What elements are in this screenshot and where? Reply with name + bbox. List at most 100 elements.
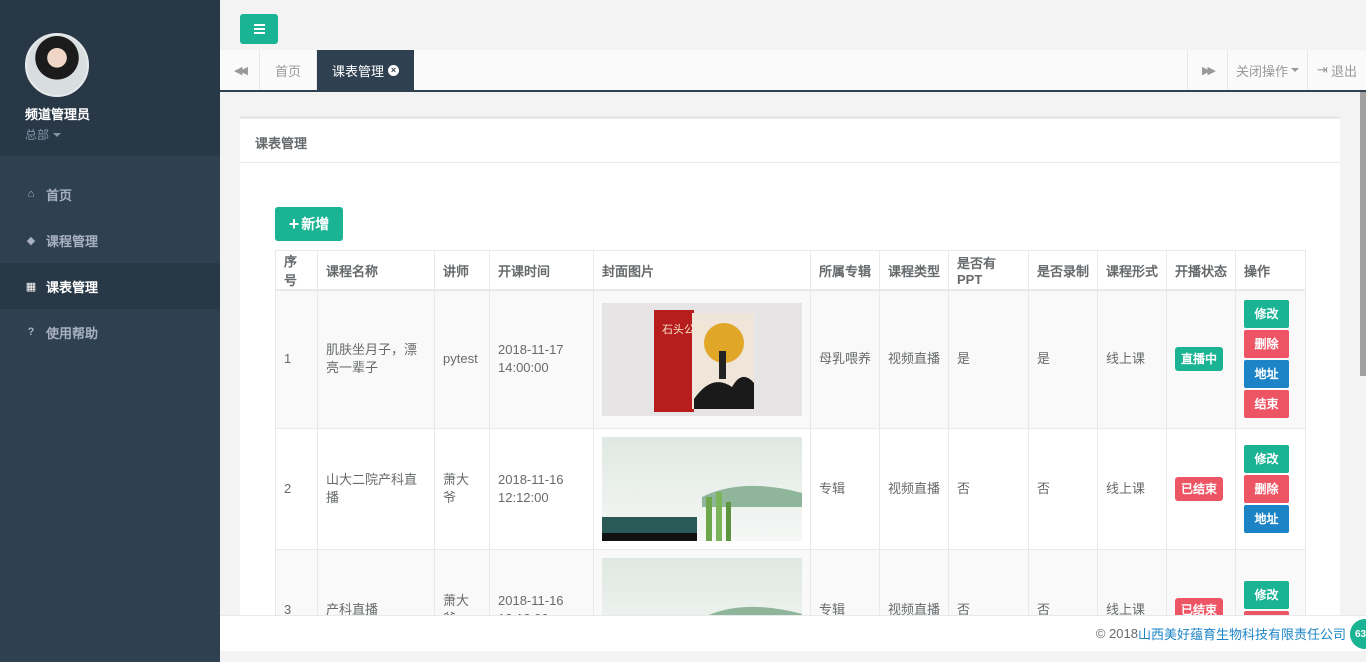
schedule-table: 序号 课程名称 讲师 开课时间 封面图片 所属专辑 课程类型 是否有PPT 是否…: [275, 250, 1306, 615]
delete-button[interactable]: 删除: [1244, 330, 1289, 359]
tab-schedule[interactable]: 课表管理 ×: [317, 50, 415, 90]
add-label: 新增: [301, 216, 330, 232]
cell-time: 2018-11-17 14:00:00: [489, 289, 594, 429]
cell-time: 2018-11-16 12:12:00: [489, 427, 594, 550]
cell-cover: [593, 427, 811, 550]
close-ops-label: 关闭操作: [1235, 63, 1288, 79]
cell-form: 线上课: [1097, 548, 1167, 615]
user-profile: 频道管理员 总部: [0, 0, 220, 156]
add-button[interactable]: + 新增: [275, 207, 343, 241]
cell-status: 已结束: [1166, 548, 1236, 615]
col-header[interactable]: 课程名称: [317, 250, 435, 291]
col-header[interactable]: 操作: [1235, 250, 1306, 291]
cell-album: 专辑: [810, 427, 880, 550]
cell-teacher: 萧大爷: [434, 427, 490, 550]
cell-no: 2: [275, 427, 318, 550]
cell-cover: 石头公主: [593, 289, 811, 429]
cell-type: 视频直播: [879, 427, 949, 550]
scroll-left-icon[interactable]: ◀◀: [220, 50, 260, 90]
tag-icon: ◆: [26, 234, 36, 247]
col-header[interactable]: 开播状态: [1166, 250, 1236, 291]
table-row: 1 肌肤坐月子，漂亮一辈子 pytest 2018-11-17 14:00:00…: [275, 289, 1306, 429]
col-header[interactable]: 序号: [275, 250, 318, 291]
logout-button[interactable]: ⇥ 退出: [1307, 50, 1366, 90]
tabs-row: ◀◀ 首页 课表管理 × ▶▶ 关闭操作 ⇥ 退出: [220, 50, 1366, 92]
scrollbar[interactable]: [1360, 92, 1366, 376]
address-button[interactable]: 地址: [1244, 360, 1289, 389]
sidebar-item-help[interactable]: ? 使用帮助: [0, 309, 220, 355]
avatar[interactable]: [25, 33, 89, 97]
cell-name: 山大二院产科直播: [317, 427, 435, 550]
cover-image: [602, 557, 802, 615]
col-header[interactable]: 所属专辑: [810, 250, 880, 291]
sidebar-item-course[interactable]: ◆ 课程管理: [0, 217, 220, 263]
col-header[interactable]: 课程形式: [1097, 250, 1167, 291]
cell-form: 线上课: [1097, 427, 1167, 550]
copyright-text: © 2018: [1095, 626, 1138, 641]
col-header[interactable]: 讲师: [434, 250, 490, 291]
department-label: 总部: [25, 128, 50, 142]
cover-image: 石头公主: [602, 302, 802, 416]
user-name: 频道管理员: [25, 107, 91, 122]
status-badge: 已结束: [1175, 597, 1224, 615]
plus-icon: +: [288, 214, 300, 234]
bar-icon: [253, 32, 265, 34]
sidebar-nav: ⌂ 首页 ◆ 课程管理 ▦ 课表管理 ? 使用帮助: [0, 156, 220, 355]
cell-cover: [593, 548, 811, 615]
cell-status: 直播中: [1166, 289, 1236, 429]
panel-title: 课表管理: [240, 119, 1340, 163]
company-link[interactable]: 山西美好蕴育生物科技有限责任公司: [1138, 624, 1346, 643]
sidebar-item-home[interactable]: ⌂ 首页: [0, 171, 220, 217]
schedule-panel: 课表管理 + 新增 序号 课程名称 讲师 开课时间 封面图片 所属专辑 课程类型: [240, 116, 1340, 615]
cell-ops: 修改 删除 地址: [1235, 427, 1306, 550]
tab-home[interactable]: 首页: [260, 50, 318, 90]
edit-button[interactable]: 修改: [1244, 580, 1289, 609]
cell-no: 1: [275, 289, 318, 429]
sidebar-item-label: 使用帮助: [46, 325, 99, 341]
calendar-icon: ▦: [25, 280, 37, 293]
sidebar-item-label: 课程管理: [46, 233, 99, 249]
col-header[interactable]: 是否有PPT: [948, 250, 1029, 291]
sidebar-item-schedule[interactable]: ▦ 课表管理: [0, 263, 220, 309]
content-area: 课表管理 + 新增 序号 课程名称 讲师 开课时间 封面图片 所属专辑 课程类型: [220, 92, 1366, 615]
menu-toggle-button[interactable]: [240, 14, 278, 44]
cell-album: 专辑: [810, 548, 880, 615]
close-ops-dropdown[interactable]: 关闭操作: [1227, 50, 1307, 90]
address-button[interactable]: 地址: [1244, 504, 1289, 533]
col-header[interactable]: 开课时间: [489, 250, 594, 291]
edit-button[interactable]: 修改: [1244, 300, 1289, 329]
cell-status: 已结束: [1166, 427, 1236, 550]
cell-name: 产科直播: [317, 548, 435, 615]
home-icon: ⌂: [27, 188, 35, 200]
delete-button[interactable]: 删除: [1244, 474, 1289, 503]
table-row: 2 山大二院产科直播 萧大爷 2018-11-16 12:12:00 专辑 视频…: [275, 427, 1306, 550]
top-bar: [220, 0, 1366, 50]
edit-button[interactable]: 修改: [1244, 444, 1289, 473]
cell-ppt: 否: [948, 548, 1029, 615]
cell-teacher: pytest: [434, 289, 490, 429]
cell-record: 否: [1028, 548, 1098, 615]
logout-label: 退出: [1330, 63, 1357, 79]
col-header[interactable]: 封面图片: [593, 250, 811, 291]
end-button[interactable]: 结束: [1244, 390, 1289, 419]
cover-image: [602, 436, 802, 541]
cover-title: 石头公主: [662, 323, 706, 336]
caret-down-icon: [53, 132, 62, 137]
close-icon[interactable]: ×: [388, 64, 400, 76]
cell-no: 3: [275, 548, 318, 615]
department-dropdown[interactable]: 总部: [25, 126, 220, 143]
sidebar-item-label: 课表管理: [46, 279, 99, 295]
bar-icon: [253, 24, 265, 26]
cell-time: 2018-11-16 12:12:00: [489, 548, 594, 615]
cell-ppt: 否: [948, 427, 1029, 550]
table-header-row: 序号 课程名称 讲师 开课时间 封面图片 所属专辑 课程类型 是否有PPT 是否…: [275, 250, 1306, 291]
caret-down-icon: [1291, 68, 1299, 72]
table-row: 3 产科直播 萧大爷 2018-11-16 12:12:00 专辑 视频直播 否: [275, 548, 1306, 615]
question-icon: ?: [27, 326, 35, 338]
sidebar: 频道管理员 总部 ⌂ 首页 ◆ 课程管理 ▦ 课表管理 ? 使用帮助: [0, 0, 220, 662]
cell-type: 视频直播: [879, 289, 949, 429]
col-header[interactable]: 课程类型: [879, 250, 949, 291]
signout-icon: ⇥: [1317, 62, 1328, 77]
scroll-right-icon[interactable]: ▶▶: [1187, 50, 1227, 90]
col-header[interactable]: 是否录制: [1028, 250, 1098, 291]
